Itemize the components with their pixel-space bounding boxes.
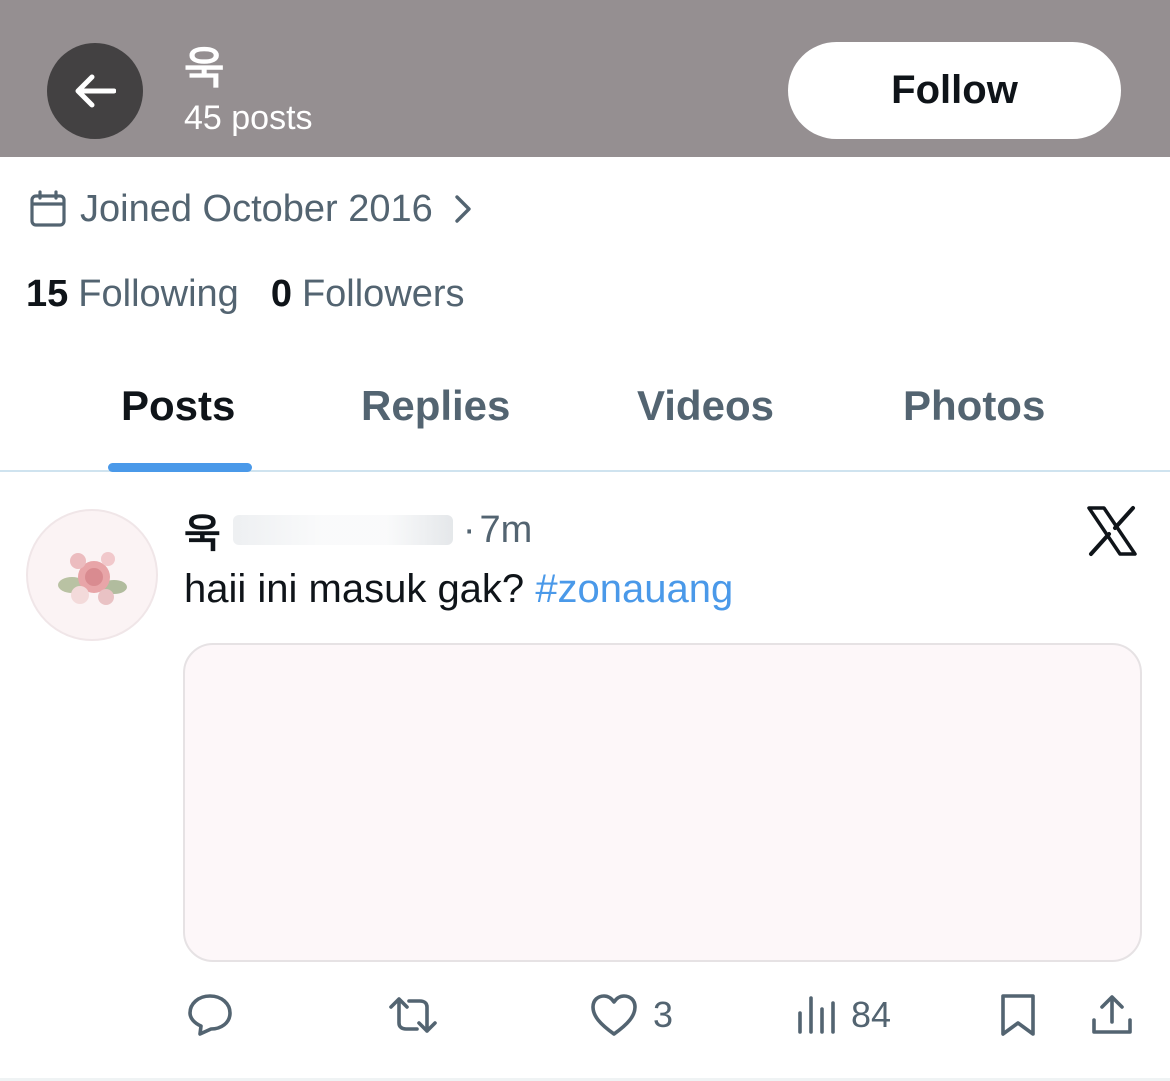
post-hashtag[interactable]: #zonauang xyxy=(535,567,733,611)
views-button[interactable]: 84 xyxy=(795,990,891,1040)
reply-icon xyxy=(188,994,232,1036)
followers-count: 0 xyxy=(270,272,292,315)
post-time[interactable]: 7m xyxy=(479,509,532,552)
header-display-name: 욱 xyxy=(184,43,225,94)
post-separator: · xyxy=(462,508,476,551)
joined-date[interactable]: Joined October 2016 xyxy=(28,185,473,233)
follow-button[interactable]: Follow xyxy=(788,42,1121,139)
following-count: 15 xyxy=(26,272,69,315)
views-icon xyxy=(798,996,835,1034)
x-logo-icon[interactable] xyxy=(1086,505,1138,557)
tab-posts[interactable]: Posts xyxy=(121,380,235,432)
tab-replies[interactable]: Replies xyxy=(361,380,510,432)
heart-icon xyxy=(591,994,637,1036)
view-count: 84 xyxy=(851,994,892,1035)
post-author-handle-redacted xyxy=(232,515,453,545)
following-label: Following xyxy=(78,272,239,315)
follow-stats: 15 Following 0 Followers xyxy=(26,270,465,318)
profile-header: 욱 45 posts Follow xyxy=(0,0,1170,157)
back-button[interactable] xyxy=(47,43,143,139)
profile-tabs: Posts Replies Videos Photos xyxy=(0,350,1170,472)
following-link[interactable]: 15 Following xyxy=(26,273,239,316)
reply-button[interactable] xyxy=(186,990,234,1040)
post-author-name[interactable]: 욱 xyxy=(184,501,221,559)
bookmark-icon xyxy=(1001,994,1035,1036)
repost-icon xyxy=(389,997,437,1033)
header-posts-count: 45 posts xyxy=(184,99,313,137)
share-icon xyxy=(1092,995,1132,1034)
post-text: haii ini masuk gak? #zonauang xyxy=(184,563,733,615)
active-tab-indicator xyxy=(108,463,252,472)
calendar-icon xyxy=(30,190,66,227)
joined-label: Joined October 2016 xyxy=(80,187,433,230)
arrow-left-icon xyxy=(75,74,116,108)
post-body: haii ini masuk gak? xyxy=(184,567,525,611)
flower-avatar-image xyxy=(58,552,127,605)
followers-link[interactable]: 0 Followers xyxy=(271,273,465,316)
bookmark-button[interactable] xyxy=(998,990,1038,1040)
tab-videos[interactable]: Videos xyxy=(637,380,774,432)
post-header: 욱 · 7m xyxy=(184,505,532,558)
like-count: 3 xyxy=(653,994,674,1035)
repost-button[interactable] xyxy=(385,990,441,1040)
share-button[interactable] xyxy=(1089,990,1135,1040)
post-media[interactable] xyxy=(183,643,1142,962)
tab-photos[interactable]: Photos xyxy=(903,380,1045,432)
like-button[interactable]: 3 xyxy=(589,990,673,1040)
chevron-right-icon xyxy=(453,193,473,225)
followers-label: Followers xyxy=(301,272,465,315)
avatar[interactable] xyxy=(26,509,158,641)
